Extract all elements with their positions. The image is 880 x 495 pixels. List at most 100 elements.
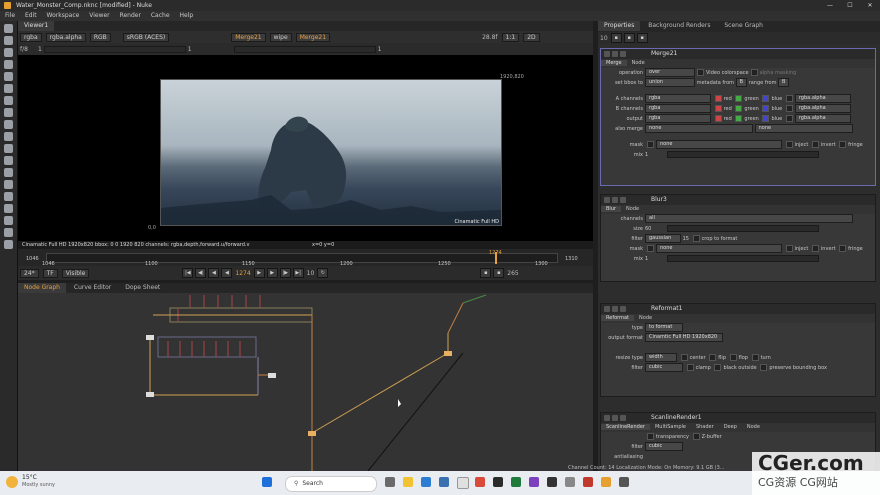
app-icon-4[interactable] [619, 477, 629, 487]
tab-node[interactable]: Node [742, 424, 765, 430]
menu-cache[interactable]: Cache [151, 12, 170, 19]
fstop-label[interactable]: f/8 [20, 46, 28, 53]
menu-help[interactable]: Help [179, 12, 193, 19]
minimize-button[interactable]: — [820, 0, 840, 11]
gain-slider[interactable] [43, 45, 186, 53]
settings-tool-icon[interactable] [4, 240, 13, 249]
undo-icon[interactable] [620, 197, 626, 203]
last-frame-button[interactable]: ▶| [292, 268, 304, 278]
float-panel-icon[interactable]: ▪ [636, 33, 648, 43]
notepad-icon[interactable] [457, 477, 469, 489]
chrome-icon[interactable] [475, 477, 485, 487]
range-dropdown[interactable]: B [778, 78, 790, 87]
b-alpha-dropdown[interactable]: rgba.alpha [794, 104, 851, 113]
deep-tool-icon[interactable] [4, 180, 13, 189]
filter-dropdown[interactable]: cubic [645, 363, 683, 372]
alpha-masking-checkbox[interactable] [750, 69, 758, 76]
timeline-end[interactable]: 1310 [565, 256, 578, 262]
fps-dropdown[interactable]: 24* [20, 268, 39, 278]
tab-scanlinerender[interactable]: ScanlineRender [601, 424, 650, 430]
photos-icon[interactable] [439, 477, 449, 487]
close-button[interactable]: ✕ [860, 0, 880, 11]
input-a-dropdown[interactable]: Merge21 [231, 32, 266, 42]
current-frame-field[interactable]: 1274 [235, 270, 250, 277]
step-forward-button[interactable]: ▶ [266, 268, 278, 278]
tab-curve-editor[interactable]: Curve Editor [68, 283, 117, 293]
filter-dropdown[interactable]: gaussian [645, 234, 681, 243]
gamma-value[interactable]: 1 [378, 46, 382, 53]
loop-button[interactable]: ↻ [317, 268, 329, 278]
tab-node[interactable]: Node [621, 206, 644, 212]
collapse-icon[interactable] [604, 197, 610, 203]
size-value[interactable]: 60 [645, 224, 667, 234]
mix-slider[interactable] [667, 151, 819, 158]
console-icon[interactable] [547, 477, 557, 487]
collapse-icon[interactable] [604, 51, 610, 57]
output-format-dropdown[interactable]: Cinamtic Full HD 1920x820 [645, 333, 723, 342]
tab-reformat[interactable]: Reformat [601, 315, 635, 321]
next-keyframe-button[interactable]: |▶ [279, 268, 291, 278]
timeline-start[interactable]: 1046 [26, 256, 39, 262]
3d-tool-icon[interactable] [4, 132, 13, 141]
a-alpha-dropdown[interactable]: rgba.alpha [794, 94, 851, 103]
undo-icon[interactable] [620, 306, 626, 312]
tab-viewer1[interactable]: Viewer1 [18, 21, 55, 31]
menu-workspace[interactable]: Workspace [47, 12, 80, 19]
tab-properties[interactable]: Properties [598, 21, 641, 31]
zoom-readout[interactable]: 28.8f [482, 34, 497, 41]
terminal-icon[interactable] [493, 477, 503, 487]
keyer-tool-icon[interactable] [4, 96, 13, 105]
mix-value[interactable]: 1 [645, 150, 667, 160]
nuke-taskbar-icon[interactable] [601, 477, 611, 487]
node-graph-canvas[interactable] [18, 293, 593, 471]
menu-edit[interactable]: Edit [25, 12, 37, 19]
channel-tool-icon[interactable] [4, 60, 13, 69]
toolsets-icon[interactable] [4, 192, 13, 201]
tab-node-graph[interactable]: Node Graph [18, 283, 66, 293]
play-backward-button[interactable]: ◀ [221, 268, 233, 278]
merge-tool-icon[interactable] [4, 108, 13, 117]
color-tool-icon[interactable] [4, 72, 13, 81]
lock-panel-icon[interactable]: ▪ [610, 33, 622, 43]
metadata-dropdown[interactable]: B [735, 78, 748, 87]
view-mode-dropdown[interactable]: 2D [523, 32, 540, 42]
node-icon[interactable] [612, 306, 618, 312]
frame-step-field[interactable]: 10 [307, 270, 315, 277]
particles-tool-icon[interactable] [4, 168, 13, 177]
image-tool-icon[interactable] [4, 24, 13, 33]
collapse-icon[interactable] [604, 306, 610, 312]
operation-dropdown[interactable]: over [645, 68, 695, 77]
channel-dropdown[interactable]: rgba.alpha [45, 32, 86, 42]
channels-dropdown[interactable]: all [645, 214, 853, 223]
timeline[interactable]: 1046 1274 1310 1046 1100 1150 1200 1250 … [18, 249, 593, 267]
node-name-field[interactable]: Reformat1 [651, 304, 682, 314]
also-merge-dropdown[interactable]: none [645, 124, 753, 133]
menu-viewer[interactable]: Viewer [89, 12, 109, 19]
mask-dropdown[interactable]: none [656, 244, 782, 253]
timeline-track[interactable]: 1274 [46, 250, 558, 264]
cache-button[interactable]: ▪ [480, 268, 492, 278]
plugins-tool-icon[interactable] [4, 228, 13, 237]
max-panels-field[interactable]: 10 [600, 35, 608, 42]
node-icon[interactable] [612, 415, 618, 421]
metadata-tool-icon[interactable] [4, 156, 13, 165]
time-tool-icon[interactable] [4, 48, 13, 57]
node-icon[interactable] [612, 51, 618, 57]
output-dropdown[interactable]: rgba [645, 114, 711, 123]
pixel-ratio-dropdown[interactable]: 1:1 [501, 32, 520, 42]
play-forward-button[interactable]: ▶ [253, 268, 265, 278]
range-button[interactable]: ▪ [493, 268, 505, 278]
step-back-button[interactable]: ◀ [208, 268, 220, 278]
tab-scene-graph[interactable]: Scene Graph [718, 21, 769, 31]
menu-render[interactable]: Render [120, 12, 141, 19]
type-dropdown[interactable]: to format [645, 323, 683, 332]
taskbar-search[interactable]: ⚲ Search [285, 476, 377, 492]
gain-value[interactable]: 1 [38, 46, 42, 53]
end-frame-field[interactable]: 265 [507, 270, 518, 277]
first-frame-button[interactable]: |◀ [182, 268, 194, 278]
quality-value[interactable]: 15 [683, 236, 689, 242]
filter-dropdown[interactable]: cubic [645, 442, 683, 451]
tab-background-renders[interactable]: Background Renders [642, 21, 716, 31]
size-slider[interactable] [667, 225, 819, 232]
tab-shader[interactable]: Shader [691, 424, 719, 430]
